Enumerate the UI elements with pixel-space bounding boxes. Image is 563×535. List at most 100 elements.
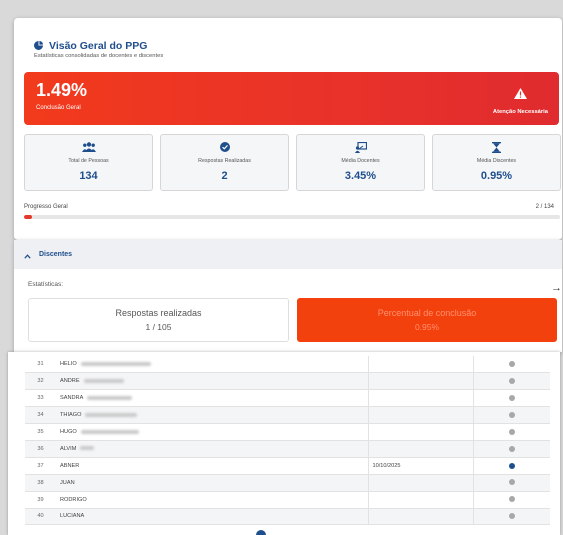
redacted-text — [80, 446, 95, 451]
student-name: ABNER — [60, 462, 80, 469]
row-number: 33 — [25, 389, 56, 408]
student-name: SANDRA — [60, 395, 84, 402]
stat-value: 3.45% — [344, 170, 377, 182]
progress-label: Progresso Geral — [24, 204, 68, 210]
completion-banner: 1.49% Conclusão Geral Atenção Necessária — [24, 72, 559, 125]
status-done-icon — [508, 462, 515, 469]
responses-value: 1 / 105 — [145, 322, 172, 332]
row-status — [472, 406, 550, 425]
status-pending-icon — [508, 445, 515, 452]
stat-label: Média Docentes — [341, 158, 380, 164]
progress-bar — [24, 215, 560, 219]
row-date: 10/10/2025 — [367, 457, 473, 475]
arrow-right-icon[interactable]: → — [551, 282, 562, 294]
row-date — [367, 491, 473, 509]
row-status — [472, 389, 550, 408]
row-number: 32 — [25, 372, 56, 391]
redacted-text — [80, 361, 151, 366]
row-number: 39 — [25, 491, 56, 509]
student-name: THIAGO — [60, 412, 82, 419]
row-name: ABNER — [56, 457, 368, 475]
stat-total-people: Total de Pessoas 134 — [24, 134, 153, 191]
table-row[interactable]: 38 JUAN — [25, 474, 550, 492]
stat-value: 0.95% — [480, 170, 513, 182]
table-row[interactable]: 33 SANDRA — [25, 389, 550, 408]
chevron-up-icon[interactable] — [24, 246, 31, 264]
row-date — [367, 440, 473, 458]
student-name: RODRIGO — [60, 496, 87, 503]
table-row[interactable]: 31 HELIO — [25, 356, 550, 374]
redacted-text — [85, 412, 138, 417]
row-name: LUCIANA — [56, 508, 368, 526]
stat-value: 2 — [221, 170, 228, 182]
completion-rate-label: Percentual de conclusão — [377, 308, 477, 318]
row-status — [472, 423, 550, 441]
status-pending-icon — [508, 411, 515, 418]
redacted-text — [83, 378, 124, 383]
completion-card: Percentual de conclusão 0.95% — [297, 298, 557, 342]
student-name: JUAN — [60, 479, 75, 486]
row-name: HUGO — [56, 423, 368, 441]
row-date — [367, 389, 473, 408]
discentes-accordion-header[interactable]: Discentes — [14, 240, 562, 269]
row-name: JUAN — [56, 474, 368, 492]
completion-percent: 1.49% — [36, 80, 88, 100]
table-row[interactable]: 37 ABNER 10/10/2025 — [25, 457, 550, 475]
row-number: 34 — [25, 406, 56, 425]
students-table: 31 HELIO 32 ANDRE 33 SANDRA 34 THIAGO 35 HUGO 36 AL… — [25, 356, 550, 526]
progress-count: 2 / 134 — [535, 204, 554, 210]
status-pending-icon — [508, 378, 515, 385]
table-row[interactable]: 32 ANDRE — [25, 372, 550, 391]
redacted-text — [80, 429, 139, 434]
row-status — [472, 440, 550, 458]
stat-label: Total de Pessoas — [68, 158, 109, 164]
teacher-board-icon — [354, 141, 367, 153]
responses-card: Respostas realizadas 1 / 105 — [28, 298, 289, 342]
row-number: 37 — [25, 457, 56, 475]
student-name: LUCIANA — [60, 513, 85, 520]
scroll-indicator[interactable] — [256, 530, 266, 535]
row-number: 36 — [25, 440, 56, 458]
attention-alert: Atenção Necessária — [493, 86, 548, 115]
overview-card: Visão Geral do PPG Estatísticas consolid… — [14, 18, 562, 240]
students-table-panel: 31 HELIO 32 ANDRE 33 SANDRA 34 THIAGO 35 HUGO 36 AL… — [8, 352, 560, 535]
row-date — [367, 356, 473, 374]
student-name: HUGO — [60, 429, 77, 435]
stat-responses: Respostas Realizadas 2 — [160, 134, 289, 191]
attention-label: Atenção Necessária — [492, 109, 548, 115]
table-row[interactable]: 34 THIAGO — [25, 406, 550, 425]
stat-label: Respostas Realizadas — [198, 158, 251, 164]
table-row[interactable]: 36 ALVIM — [25, 440, 550, 458]
row-name: SANDRA — [56, 389, 368, 408]
row-number: 35 — [25, 423, 56, 441]
row-name: RODRIGO — [56, 491, 368, 509]
row-name: HELIO — [56, 356, 368, 374]
row-number: 31 — [25, 356, 56, 374]
row-date — [367, 406, 473, 425]
overview-title: Visão Geral do PPG — [49, 40, 148, 52]
status-pending-icon — [508, 360, 515, 367]
status-pending-icon — [508, 428, 515, 435]
table-row[interactable]: 39 RODRIGO — [25, 491, 550, 509]
warning-icon — [513, 86, 527, 104]
check-circle-icon — [219, 141, 230, 153]
progress-fill — [24, 215, 32, 219]
status-pending-icon — [508, 513, 515, 520]
table-row[interactable]: 35 HUGO — [25, 423, 550, 441]
users-icon — [81, 141, 96, 153]
row-status — [472, 508, 550, 526]
status-pending-icon — [508, 496, 515, 503]
row-name: THIAGO — [56, 406, 368, 425]
row-status — [472, 491, 550, 509]
stat-label: Média Discentes — [476, 158, 517, 164]
status-pending-icon — [508, 479, 515, 486]
student-name: ALVIM — [60, 445, 77, 452]
row-name: ALVIM — [56, 440, 368, 458]
redacted-text — [87, 395, 133, 400]
row-name: ANDRE — [56, 372, 368, 391]
row-date — [367, 423, 473, 441]
row-status — [472, 457, 550, 475]
row-date — [367, 474, 473, 492]
table-row[interactable]: 40 LUCIANA — [25, 508, 550, 526]
responses-label: Respostas realizadas — [115, 308, 202, 318]
